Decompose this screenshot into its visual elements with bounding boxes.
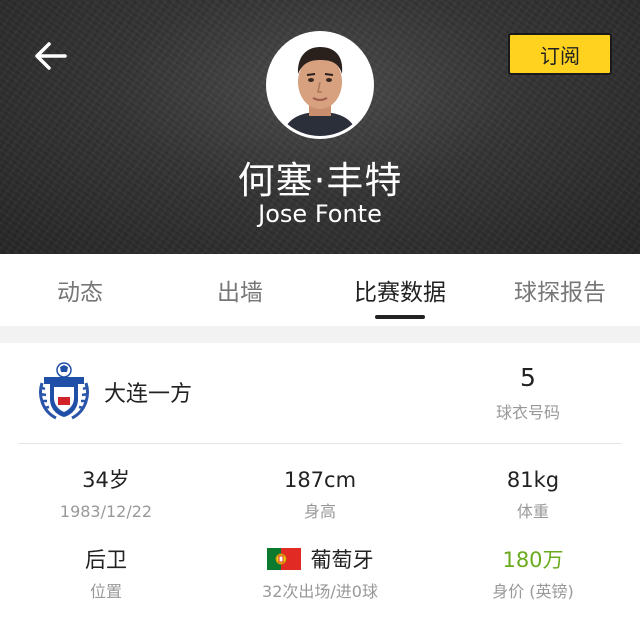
player-header: 订阅 何塞·丰特 Jose Fonte (0, 0, 640, 254)
nationality-value-row: 葡萄牙 (220, 546, 420, 574)
nationality-value: 葡萄牙 (310, 548, 374, 572)
club-crest-icon (36, 361, 92, 423)
age-stat: 34岁 1983/12/22 (6, 466, 206, 522)
arrow-left-icon (35, 42, 67, 70)
jersey-number: 5 (520, 363, 536, 392)
back-button[interactable] (30, 36, 70, 76)
weight-value: 81kg (506, 468, 560, 492)
player-name-chinese: 何塞·丰特 (237, 159, 403, 202)
age-value: 34岁 (82, 468, 130, 492)
weight-stat: 81kg 体重 (433, 466, 633, 522)
player-avatar (266, 31, 374, 139)
market-value: 180万 (502, 548, 564, 572)
portugal-flag-icon (266, 548, 301, 570)
tab-bar: 动态 出墙 比赛数据 球探报告 (0, 254, 640, 326)
tab-transfers[interactable]: 出墙 (160, 254, 320, 326)
tab-match-stats[interactable]: 比赛数据 (320, 254, 480, 326)
position-stat: 后卫 位置 (6, 546, 206, 602)
position-label: 位置 (89, 582, 122, 601)
tab-scout-report[interactable]: 球探报告 (480, 254, 640, 326)
tab-news[interactable]: 动态 (0, 254, 160, 326)
height-value: 187cm (283, 468, 357, 492)
weight-label: 体重 (516, 502, 549, 521)
player-info-card: 大连一方 5 球衣号码 34岁 1983/12/22 187cm 身高 81kg… (0, 343, 640, 639)
club-row[interactable]: 大连一方 5 球衣号码 (0, 343, 640, 443)
position-value: 后卫 (85, 548, 127, 572)
player-name-english: Jose Fonte (258, 200, 382, 228)
appearances-goals: 32次出场/进0球 (262, 582, 378, 601)
nationality-stat: 葡萄牙 32次出场/进0球 (220, 546, 420, 602)
market-value-stat: 180万 身价 (英镑) (433, 546, 633, 602)
height-stat: 187cm 身高 (220, 466, 420, 522)
height-label: 身高 (303, 502, 336, 521)
birth-date: 1983/12/22 (59, 502, 153, 521)
jersey-number-label: 球衣号码 (495, 403, 560, 422)
market-value-label: 身价 (英镑) (492, 582, 574, 601)
club-name: 大连一方 (104, 382, 193, 407)
divider (18, 443, 622, 444)
subscribe-button[interactable]: 订阅 (508, 33, 612, 75)
